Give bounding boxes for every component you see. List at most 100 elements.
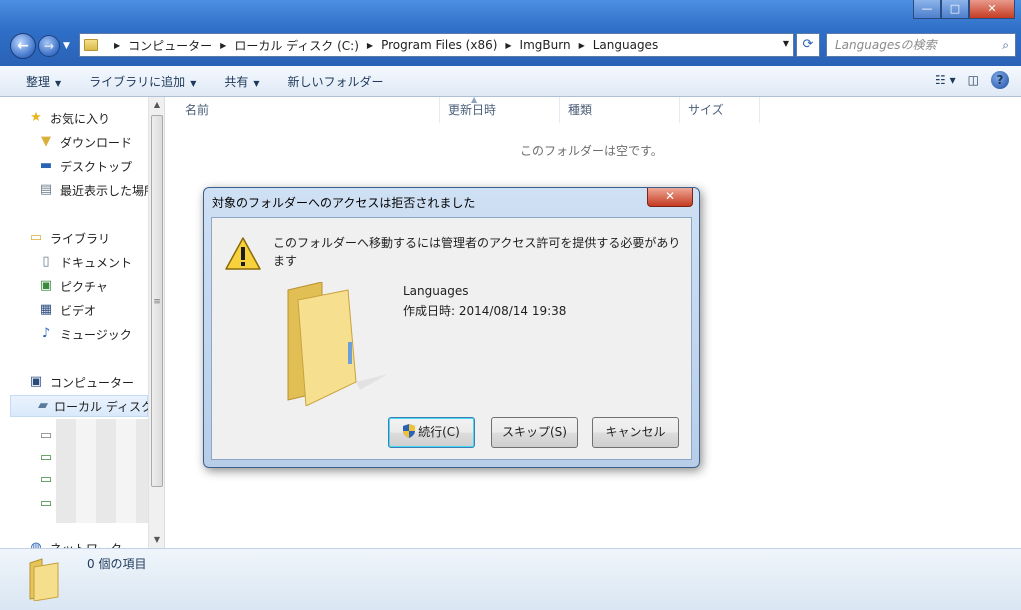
uac-shield-icon (403, 424, 416, 438)
share-menu[interactable]: 共有 ▼ (210, 73, 273, 90)
caret-down-icon: ▼ (253, 78, 260, 88)
picture-icon: ▣ (39, 278, 53, 293)
breadcrumb: ▶ コンピューター ▶ ローカル ディスク (C:) ▶ Program Fil… (106, 37, 658, 54)
scroll-down-icon[interactable]: ▼ (149, 532, 164, 548)
folder-created-date: 作成日時: 2014/08/14 19:38 (403, 304, 567, 318)
music-icon: ♪ (41, 326, 51, 341)
breadcrumb-imgburn[interactable]: ImgBurn (520, 38, 571, 52)
nav-documents[interactable]: ▯ ドキュメント (38, 251, 132, 273)
nav-local-disk[interactable]: ▰ ローカル ディスク (10, 395, 153, 417)
recent-pages-dropdown[interactable]: ▼ (63, 41, 70, 59)
library-icon: ▭ (29, 230, 43, 245)
network-icon: ◍ (30, 540, 42, 548)
cancel-button[interactable]: キャンセル (592, 417, 679, 448)
column-name[interactable]: 名前 (166, 97, 440, 123)
address-dropdown-icon[interactable]: ▼ (783, 39, 789, 48)
minimize-button[interactable]: — (913, 0, 941, 19)
network-drive-icon: ▭ (39, 472, 53, 487)
navigation-buttons: ← → ▼ (10, 33, 70, 59)
nav-recent-places[interactable]: ▤ 最近表示した場所 (38, 179, 156, 201)
recent-places-icon: ▤ (39, 182, 53, 197)
toolbar-right: ☷ ▾ ◫ ? (923, 71, 1009, 89)
organize-menu[interactable]: 整理 ▼ (0, 73, 75, 90)
document-icon: ▯ (42, 254, 50, 269)
computer-icon: ▣ (29, 374, 43, 389)
warning-icon (225, 237, 261, 270)
chevron-right-icon[interactable]: ▶ (367, 41, 373, 50)
new-folder-button[interactable]: 新しいフォルダー (274, 73, 398, 90)
nav-videos[interactable]: ▦ ビデオ (38, 299, 96, 321)
refresh-icon: ⟳ (802, 37, 814, 52)
skip-button[interactable]: スキップ(S) (491, 417, 578, 448)
breadcrumb-computer[interactable]: コンピューター (128, 37, 212, 54)
dialog-message: このフォルダーへ移動するには管理者のアクセス許可を提供する必要があります (273, 236, 681, 268)
folder-icon (29, 558, 59, 601)
nav-pictures[interactable]: ▣ ピクチャ (38, 275, 108, 297)
help-icon[interactable]: ? (991, 71, 1009, 89)
chevron-right-icon[interactable]: ▶ (220, 41, 226, 50)
dialog-close-button[interactable]: ✕ (647, 188, 693, 207)
network-drive-icon: ▭ (39, 496, 53, 511)
nav-scrollbar[interactable]: ▲ ≡ ▼ (148, 97, 164, 548)
nav-label: ドキュメント (60, 255, 133, 270)
nav-libraries[interactable]: ▭ ライブラリ (28, 227, 110, 249)
nav-downloads[interactable]: ▼ ダウンロード (38, 131, 132, 153)
nav-label: ミュージック (60, 327, 132, 342)
nav-music[interactable]: ♪ ミュージック (38, 323, 132, 345)
star-icon: ★ (30, 110, 42, 125)
chevron-right-icon[interactable]: ▶ (505, 41, 511, 50)
forward-button[interactable]: → (38, 35, 60, 57)
search-placeholder: Languagesの検索 (835, 38, 937, 52)
search-icon[interactable]: ⌕ (1002, 34, 1009, 56)
nav-label: ビデオ (60, 303, 97, 318)
nav-label: デスクトップ (60, 159, 133, 174)
search-input[interactable]: Languagesの検索 ⌕ (826, 33, 1016, 57)
empty-folder-message: このフォルダーは空です。 (520, 144, 663, 158)
breadcrumb-program-files[interactable]: Program Files (x86) (381, 38, 497, 52)
nav-label: ネットワーク (50, 540, 122, 549)
access-denied-dialog: 対象のフォルダーへのアクセスは拒否されました ✕ このフォルダーへ移動するには管… (203, 187, 700, 468)
chevron-right-icon[interactable]: ▶ (114, 41, 120, 50)
breadcrumb-languages[interactable]: Languages (593, 38, 658, 52)
video-icon: ▦ (39, 302, 53, 317)
sort-ascending-icon: ▲ (471, 95, 478, 104)
scroll-up-icon[interactable]: ▲ (149, 97, 164, 113)
breadcrumb-local-disk[interactable]: ローカル ディスク (C:) (234, 37, 359, 54)
nav-label: ダウンロード (60, 135, 133, 150)
window-titlebar: — □ ✕ ← → ▼ ▶ コンピューター ▶ ローカル ディスク (C:) ▶… (0, 0, 1021, 66)
chevron-right-icon[interactable]: ▶ (579, 41, 585, 50)
preview-pane-icon[interactable]: ◫ (968, 73, 979, 87)
view-options-icon[interactable]: ☷ ▾ (935, 73, 956, 87)
download-folder-icon: ▼ (41, 134, 51, 149)
refresh-button[interactable]: ⟳ (796, 33, 820, 57)
add-to-library-menu[interactable]: ライブラリに追加 ▼ (75, 73, 210, 90)
continue-button[interactable]: 続行(C) (388, 417, 475, 448)
nav-computer[interactable]: ▣ コンピューター (28, 371, 134, 393)
maximize-button[interactable]: □ (941, 0, 969, 19)
back-arrow-icon: ← (17, 38, 29, 54)
command-toolbar: 整理 ▼ ライブラリに追加 ▼ 共有 ▼ 新しいフォルダー ☷ ▾ ◫ ? (0, 66, 1021, 97)
share-label: 共有 (224, 74, 249, 89)
column-type[interactable]: 種類 (560, 97, 680, 123)
organize-label: 整理 (26, 74, 51, 89)
nav-label: ローカル ディスク (54, 399, 153, 414)
nav-label: お気に入り (50, 111, 111, 126)
back-button[interactable]: ← (10, 33, 36, 59)
address-bar[interactable]: ▶ コンピューター ▶ ローカル ディスク (C:) ▶ Program Fil… (79, 33, 794, 57)
nav-network[interactable]: ◍ ネットワーク (28, 537, 122, 548)
nav-favorites[interactable]: ★ お気に入り (28, 107, 110, 129)
navigation-pane: ★ お気に入り ▼ ダウンロード ▬ デスクトップ ▤ 最近表示した場所 ▭ ライブラリ … (0, 97, 165, 548)
continue-label: 続行(C) (418, 425, 460, 439)
item-count: 0 個の項目 (87, 557, 147, 571)
network-drive-icon: ▭ (39, 450, 53, 465)
caret-down-icon: ▼ (55, 78, 62, 88)
dialog-title: 対象のフォルダーへのアクセスは拒否されました (212, 196, 476, 210)
scroll-thumb[interactable]: ≡ (151, 115, 163, 487)
nav-desktop[interactable]: ▬ デスクトップ (38, 155, 132, 177)
column-date-modified[interactable]: 更新日時 (440, 97, 560, 123)
column-size[interactable]: サイズ (680, 97, 760, 123)
drive-icon: ▭ (39, 428, 53, 443)
close-window-button[interactable]: ✕ (969, 0, 1015, 19)
dialog-body: このフォルダーへ移動するには管理者のアクセス許可を提供する必要があります Lan… (211, 217, 692, 460)
add-to-library-label: ライブラリに追加 (89, 74, 186, 89)
